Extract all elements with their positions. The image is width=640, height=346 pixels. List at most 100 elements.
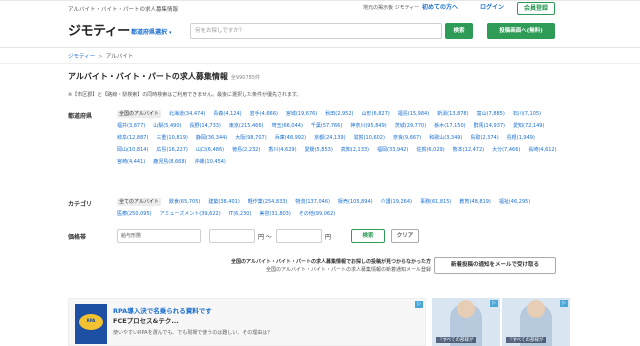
category-name: 物流 — [295, 199, 306, 205]
prefecture-link[interactable]: 埼玉(66,044) — [271, 122, 302, 130]
prefecture-link[interactable]: 大阪(98,707) — [235, 134, 266, 142]
prefecture-name: 大阪 — [235, 135, 246, 141]
prefecture-link[interactable]: 群馬(14,937) — [474, 122, 505, 130]
ad-banner[interactable]: RPA RPA導入決で名乗られる資料です FCEプロセス&テク... 使いやすい… — [68, 298, 426, 346]
prefecture-link[interactable]: 山梨(5,490) — [153, 122, 181, 130]
email-notify-button[interactable]: 新着投稿の通知をメールで受け取る — [434, 257, 556, 274]
prefecture-link[interactable]: 鳥取(2,374) — [470, 134, 498, 142]
prefecture-link[interactable]: 福島(15,984) — [398, 110, 429, 118]
category-link[interactable]: 軽作業(254,833) — [248, 198, 288, 206]
prefecture-name: 茨城 — [394, 123, 405, 129]
category-link[interactable]: 福祉(46,295) — [499, 198, 530, 206]
prefecture-link[interactable]: 大分(7,466) — [492, 146, 520, 154]
prefecture-link[interactable]: 岡山(10,814) — [117, 146, 148, 154]
prefecture-link[interactable]: 長野(14,733) — [189, 122, 220, 130]
prefecture-link[interactable]: 鹿児島(8,668) — [153, 158, 186, 166]
prefecture-link[interactable]: 栃木(17,150) — [434, 122, 465, 130]
corp-link[interactable]: 地元の掲示板 ジモティー — [363, 4, 419, 11]
prefecture-link[interactable]: 山形(6,827) — [362, 110, 390, 118]
prefecture-link[interactable]: 富山(7,885) — [477, 110, 505, 118]
prefecture-link[interactable]: 佐賀(6,029) — [416, 146, 444, 154]
filter-search-button[interactable]: 検索 — [351, 229, 385, 243]
prefecture-link[interactable]: 香川(4,629) — [268, 146, 296, 154]
side-ad-left[interactable]: 『すべての部様が ▷ — [432, 298, 500, 346]
prefecture-link[interactable]: 秋田(2,952) — [325, 110, 353, 118]
prefecture-link[interactable]: 東京(215,466) — [229, 122, 264, 130]
salary-type-select[interactable]: 給与形態 — [117, 229, 201, 243]
prefecture-link[interactable]: 宮城(19,676) — [286, 110, 317, 118]
prefecture-link[interactable]: 北海道(34,474) — [169, 110, 205, 118]
prefecture-link[interactable]: 石川(7,105) — [513, 110, 541, 118]
category-link[interactable]: 全てのアルバイト — [117, 198, 161, 206]
category-count: (137,046) — [305, 199, 330, 205]
prefecture-link[interactable]: 全国のアルバイト — [117, 110, 161, 118]
beginner-button[interactable]: 初めての方へ — [418, 2, 462, 15]
category-link[interactable]: 美容(31,803) — [259, 210, 290, 218]
region-selector[interactable]: 都道府県選択 ▾ — [131, 27, 172, 36]
prefecture-link[interactable]: 岩手(4,666) — [250, 110, 278, 118]
prefecture-name: 全国のアルバイト — [119, 111, 159, 117]
prefecture-link[interactable]: 静岡(36,344) — [196, 134, 227, 142]
prefecture-link[interactable]: 茨城(29,770) — [395, 122, 426, 130]
prefecture-name: 愛媛 — [304, 147, 315, 153]
register-button[interactable]: 会員登録 — [517, 2, 555, 15]
category-link[interactable]: アミューズメント(39,622) — [160, 210, 221, 218]
login-button[interactable]: ログイン — [474, 2, 510, 15]
prefecture-link[interactable]: 広島(16,227) — [156, 146, 187, 154]
category-link[interactable]: 教育(48,819) — [459, 198, 490, 206]
ad-choices-icon[interactable]: ▷ — [490, 300, 498, 307]
prefecture-name: 熊本 — [452, 147, 463, 153]
site-logo[interactable]: ジモティー — [68, 20, 130, 39]
price-max-input[interactable] — [276, 229, 322, 243]
breadcrumb-home[interactable]: ジモティー — [68, 54, 95, 60]
prefecture-link[interactable]: 山口(6,486) — [196, 146, 224, 154]
category-link[interactable]: IT(6,230) — [229, 210, 252, 218]
category-link[interactable]: 建築(38,401) — [208, 198, 239, 206]
breadcrumb-current: アルバイト — [105, 54, 134, 60]
prefecture-name: 富山 — [476, 111, 487, 117]
post-button[interactable]: 投稿画面へ(無料) — [487, 23, 555, 39]
prefecture-link[interactable]: 新潟(13,878) — [437, 110, 468, 118]
prefecture-name: 佐賀 — [416, 147, 427, 153]
prefecture-link[interactable]: 沖縄(10,454) — [194, 158, 225, 166]
prefecture-link[interactable]: 愛知(72,149) — [513, 122, 544, 130]
prefecture-name: 香川 — [268, 147, 279, 153]
ad-choices-icon[interactable]: ▷ — [560, 300, 568, 307]
prefecture-link[interactable]: 愛媛(5,853) — [305, 146, 333, 154]
prefecture-link[interactable]: 兵庫(48,992) — [275, 134, 306, 142]
person-head-image — [457, 300, 475, 318]
prefecture-link[interactable]: 青森(4,124) — [213, 110, 241, 118]
prefecture-link[interactable]: 岐阜(12,887) — [117, 134, 148, 142]
ad-choices-icon[interactable]: ▷ — [415, 301, 423, 308]
prefecture-link[interactable]: 宮崎(4,441) — [117, 158, 145, 166]
side-ad-right[interactable]: 『すべての部様が ▷ — [502, 298, 570, 346]
category-link[interactable]: 物流(137,046) — [295, 198, 330, 206]
category-link[interactable]: 販売(105,894) — [338, 198, 373, 206]
prefecture-count: (10,454) — [204, 159, 226, 165]
prefecture-link[interactable]: 熊本(12,472) — [453, 146, 484, 154]
category-link[interactable]: 事務(61,815) — [420, 198, 451, 206]
category-link[interactable]: 飲食(65,705) — [169, 198, 200, 206]
prefecture-link[interactable]: 千葉(57,766) — [311, 122, 342, 130]
prefecture-name: 福井 — [117, 123, 128, 129]
prefecture-link[interactable]: 京都(24,139) — [314, 134, 345, 142]
price-min-input[interactable] — [209, 229, 255, 243]
prefecture-link[interactable]: 和歌山(3,349) — [429, 134, 462, 142]
category-link[interactable]: 医療(250,095) — [117, 210, 152, 218]
prefecture-count: (33,942) — [387, 147, 409, 153]
filter-clear-button[interactable]: クリア — [391, 229, 419, 243]
category-link[interactable]: 介護(19,264) — [381, 198, 412, 206]
search-button[interactable]: 検索 — [445, 23, 473, 39]
prefecture-link[interactable]: 滋賀(10,602) — [354, 134, 385, 142]
prefecture-link[interactable]: 島根(1,949) — [507, 134, 535, 142]
prefecture-link[interactable]: 福岡(33,942) — [377, 146, 408, 154]
prefecture-link[interactable]: 高知(2,133) — [341, 146, 369, 154]
prefecture-link[interactable]: 福井(3,877) — [117, 122, 145, 130]
prefecture-link[interactable]: 奈良(9,667) — [393, 134, 421, 142]
category-link[interactable]: その他(99,062) — [299, 210, 335, 218]
prefecture-link[interactable]: 徳島(2,232) — [232, 146, 260, 154]
prefecture-link[interactable]: 三重(10,819) — [156, 134, 187, 142]
search-input[interactable]: 何をお探しですか？ — [190, 23, 442, 39]
prefecture-link[interactable]: 神奈川(95,849) — [350, 122, 386, 130]
prefecture-link[interactable]: 長崎(4,612) — [528, 146, 556, 154]
